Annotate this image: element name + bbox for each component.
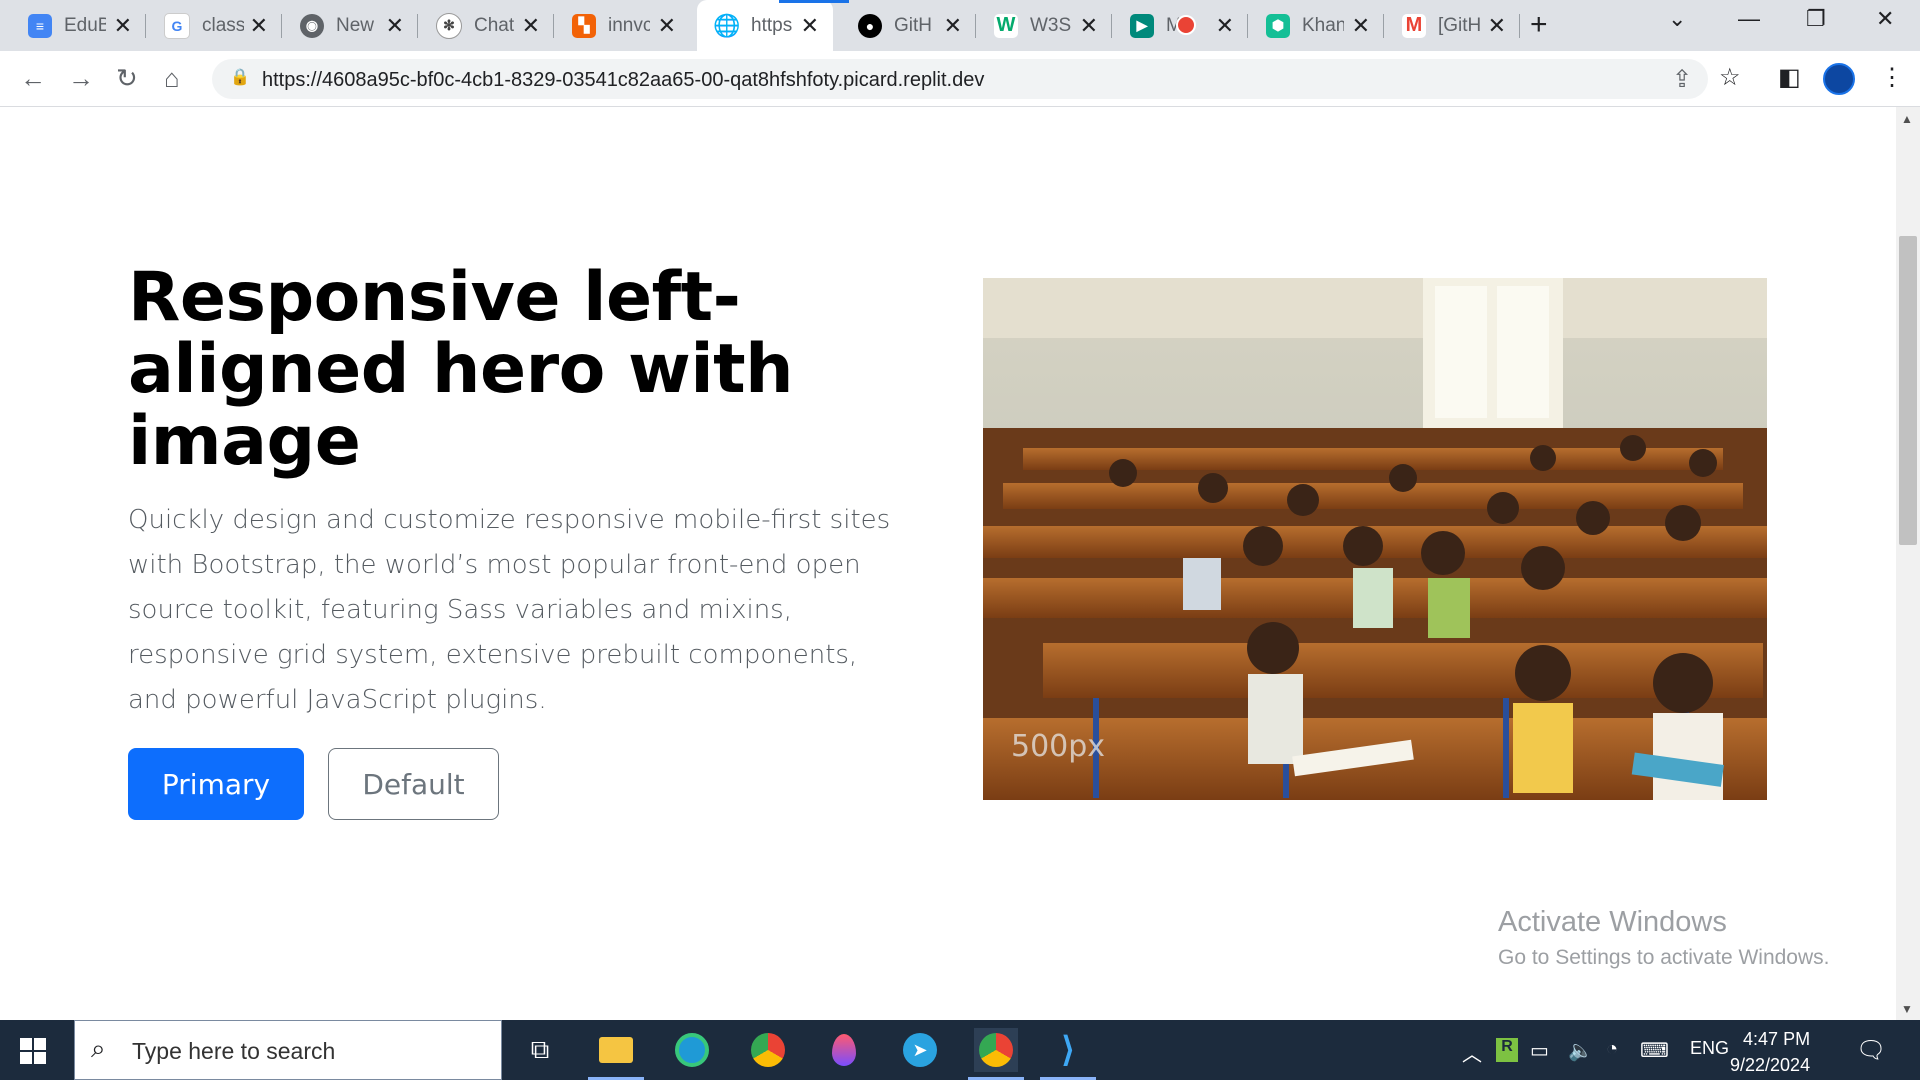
close-tab-icon[interactable]: ✕: [1352, 13, 1370, 39]
close-tab-icon[interactable]: ✕: [250, 13, 268, 39]
wifi-icon[interactable]: ◔: [1606, 1038, 1618, 1061]
primary-button[interactable]: Primary: [128, 748, 304, 820]
file-explorer-icon[interactable]: [588, 1028, 644, 1080]
tab-title: Chat: [474, 14, 515, 36]
telegram-icon[interactable]: ➤: [898, 1028, 942, 1072]
default-button[interactable]: Default: [328, 748, 499, 820]
tab-meet[interactable]: ▶ M ✕: [1112, 0, 1248, 51]
close-tab-icon[interactable]: ✕: [801, 13, 819, 39]
tab-title: New: [336, 14, 375, 36]
w3schools-icon: W: [994, 13, 1018, 38]
taskbar-search-placeholder: Type here to search: [132, 1038, 336, 1064]
scroll-up-arrow-icon[interactable]: ▲: [1901, 112, 1913, 126]
windows-start-icon[interactable]: [20, 1038, 46, 1064]
app-tray-icon[interactable]: R: [1496, 1038, 1518, 1062]
new-tab-plus-icon[interactable]: +: [1530, 8, 1548, 42]
recording-icon: [1176, 15, 1196, 35]
bookmark-star-icon[interactable]: ☆: [1719, 63, 1741, 92]
close-tab-icon[interactable]: ✕: [1216, 13, 1234, 39]
close-tab-icon[interactable]: ✕: [114, 13, 132, 39]
address-url[interactable]: https://4608a95c-bf0c-4cb1-8329-03541c82…: [262, 69, 984, 92]
replit-icon: ▚: [572, 13, 596, 38]
close-tab-icon[interactable]: ✕: [1080, 13, 1098, 39]
forward-arrow-icon[interactable]: →: [68, 63, 94, 94]
image-watermark-text: 500px: [1011, 729, 1105, 764]
address-bar[interactable]: 🔒 https://4608a95c-bf0c-4cb1-8329-03541c…: [212, 59, 1708, 99]
vscode-icon[interactable]: ⟩: [1040, 1028, 1096, 1080]
back-arrow-icon[interactable]: ←: [20, 63, 46, 94]
paint-drop-icon[interactable]: [822, 1028, 866, 1072]
globe-icon: 🌐: [713, 12, 741, 38]
tab-title: class: [202, 14, 244, 36]
openai-icon: ✻: [436, 12, 462, 39]
taskbar-search-box[interactable]: ⌕ Type here to search: [74, 1020, 502, 1080]
windows-taskbar: ⌕ Type here to search ⧉ ➤ ⟩ ︿ R ▭ 🔈 ◔ ⌨ …: [0, 1020, 1920, 1080]
close-tab-icon[interactable]: ✕: [386, 13, 404, 39]
side-panel-icon[interactable]: ◧: [1778, 63, 1801, 92]
docs-icon: ≡: [28, 13, 52, 38]
chrome-icon: ◉: [300, 13, 324, 38]
google-icon: G: [164, 12, 190, 39]
profile-avatar[interactable]: [1823, 63, 1855, 95]
tab-title: EduB: [64, 14, 106, 36]
language-indicator[interactable]: ENG: [1690, 1038, 1729, 1059]
tab-https-active[interactable]: 🌐 https ✕: [697, 0, 849, 51]
tab-title: [GitH: [1438, 14, 1480, 36]
notification-center-icon[interactable]: 🗨: [1856, 1036, 1886, 1065]
scrollbar-thumb[interactable]: [1899, 236, 1917, 545]
tab-title: Khan: [1302, 14, 1344, 36]
show-hidden-icons-chevron-icon[interactable]: ︿: [1462, 1038, 1482, 1067]
activate-windows-subtitle: Go to Settings to activate Windows.: [1498, 946, 1830, 969]
tab-khan[interactable]: ⬢ Khan ✕: [1248, 0, 1384, 51]
meet-icon: ▶: [1130, 13, 1154, 38]
edge-icon[interactable]: [670, 1028, 714, 1072]
close-tab-icon[interactable]: ✕: [522, 13, 540, 39]
gmail-icon: M: [1402, 13, 1426, 38]
close-window-icon[interactable]: ✕: [1876, 6, 1894, 32]
tab-github[interactable]: ● GitH ✕: [840, 0, 976, 51]
keyboard-icon[interactable]: ⌨: [1640, 1038, 1669, 1063]
share-icon[interactable]: ⇪: [1672, 65, 1692, 94]
browser-toolbar: ← → ↻ ⌂ 🔒 https://4608a95c-bf0c-4cb1-832…: [0, 51, 1920, 107]
hero-classroom-image: 500px: [983, 278, 1767, 800]
taskbar-clock[interactable]: 4:47 PM 9/22/2024: [1730, 1026, 1810, 1078]
close-tab-icon[interactable]: ✕: [658, 13, 676, 39]
hero-title: Responsive left-aligned hero with image: [128, 258, 794, 481]
chrome-running-icon[interactable]: [968, 1028, 1024, 1080]
battery-icon[interactable]: ▭: [1530, 1038, 1549, 1063]
tab-gmail[interactable]: M [GitH ✕: [1384, 0, 1520, 51]
tab-title: GitH: [894, 14, 932, 36]
clock-time: 4:47 PM: [1743, 1029, 1811, 1049]
reload-icon[interactable]: ↻: [116, 63, 138, 94]
chrome-taskbar-icon[interactable]: [746, 1028, 790, 1072]
scroll-down-arrow-icon[interactable]: ▼: [1901, 1002, 1913, 1016]
tab-title: innvc: [608, 14, 650, 36]
close-tab-icon[interactable]: ✕: [944, 13, 962, 39]
tab-strip: ≡ EduB ✕ G class ✕ ◉ New ✕ ✻ Chat ✕ ▚ in…: [0, 0, 1920, 51]
tab-new[interactable]: ◉ New ✕: [282, 0, 418, 51]
menu-kebab-icon[interactable]: ⋮: [1880, 63, 1904, 92]
tab-innvc[interactable]: ▚ innvc ✕: [554, 0, 690, 51]
search-icon: ⌕: [91, 1033, 106, 1063]
close-tab-icon[interactable]: ✕: [1488, 13, 1506, 39]
tab-title: https: [751, 14, 793, 36]
task-view-icon[interactable]: ⧉: [518, 1028, 562, 1072]
khan-icon: ⬢: [1266, 13, 1290, 38]
minimize-icon[interactable]: —: [1738, 6, 1760, 32]
volume-icon[interactable]: 🔈: [1568, 1038, 1593, 1063]
clock-date: 9/22/2024: [1730, 1055, 1811, 1075]
github-icon: ●: [858, 13, 882, 38]
tab-w3schools[interactable]: W W3S ✕: [976, 0, 1112, 51]
hero-lead-text: Quickly design and customize responsive …: [128, 505, 891, 715]
tab-edub[interactable]: ≡ EduB ✕: [10, 0, 146, 51]
page-viewport: Responsive left-aligned hero with image …: [0, 107, 1896, 1020]
lock-icon[interactable]: 🔒: [230, 67, 250, 87]
restore-icon[interactable]: ❐: [1806, 6, 1826, 32]
tab-title: W3S: [1030, 14, 1072, 36]
tab-chat[interactable]: ✻ Chat ✕: [418, 0, 554, 51]
tab-class[interactable]: G class ✕: [146, 0, 282, 51]
activate-windows-title: Activate Windows: [1498, 906, 1727, 938]
tab-search-chevron-icon[interactable]: ⌄: [1668, 6, 1686, 32]
home-icon[interactable]: ⌂: [164, 63, 180, 94]
